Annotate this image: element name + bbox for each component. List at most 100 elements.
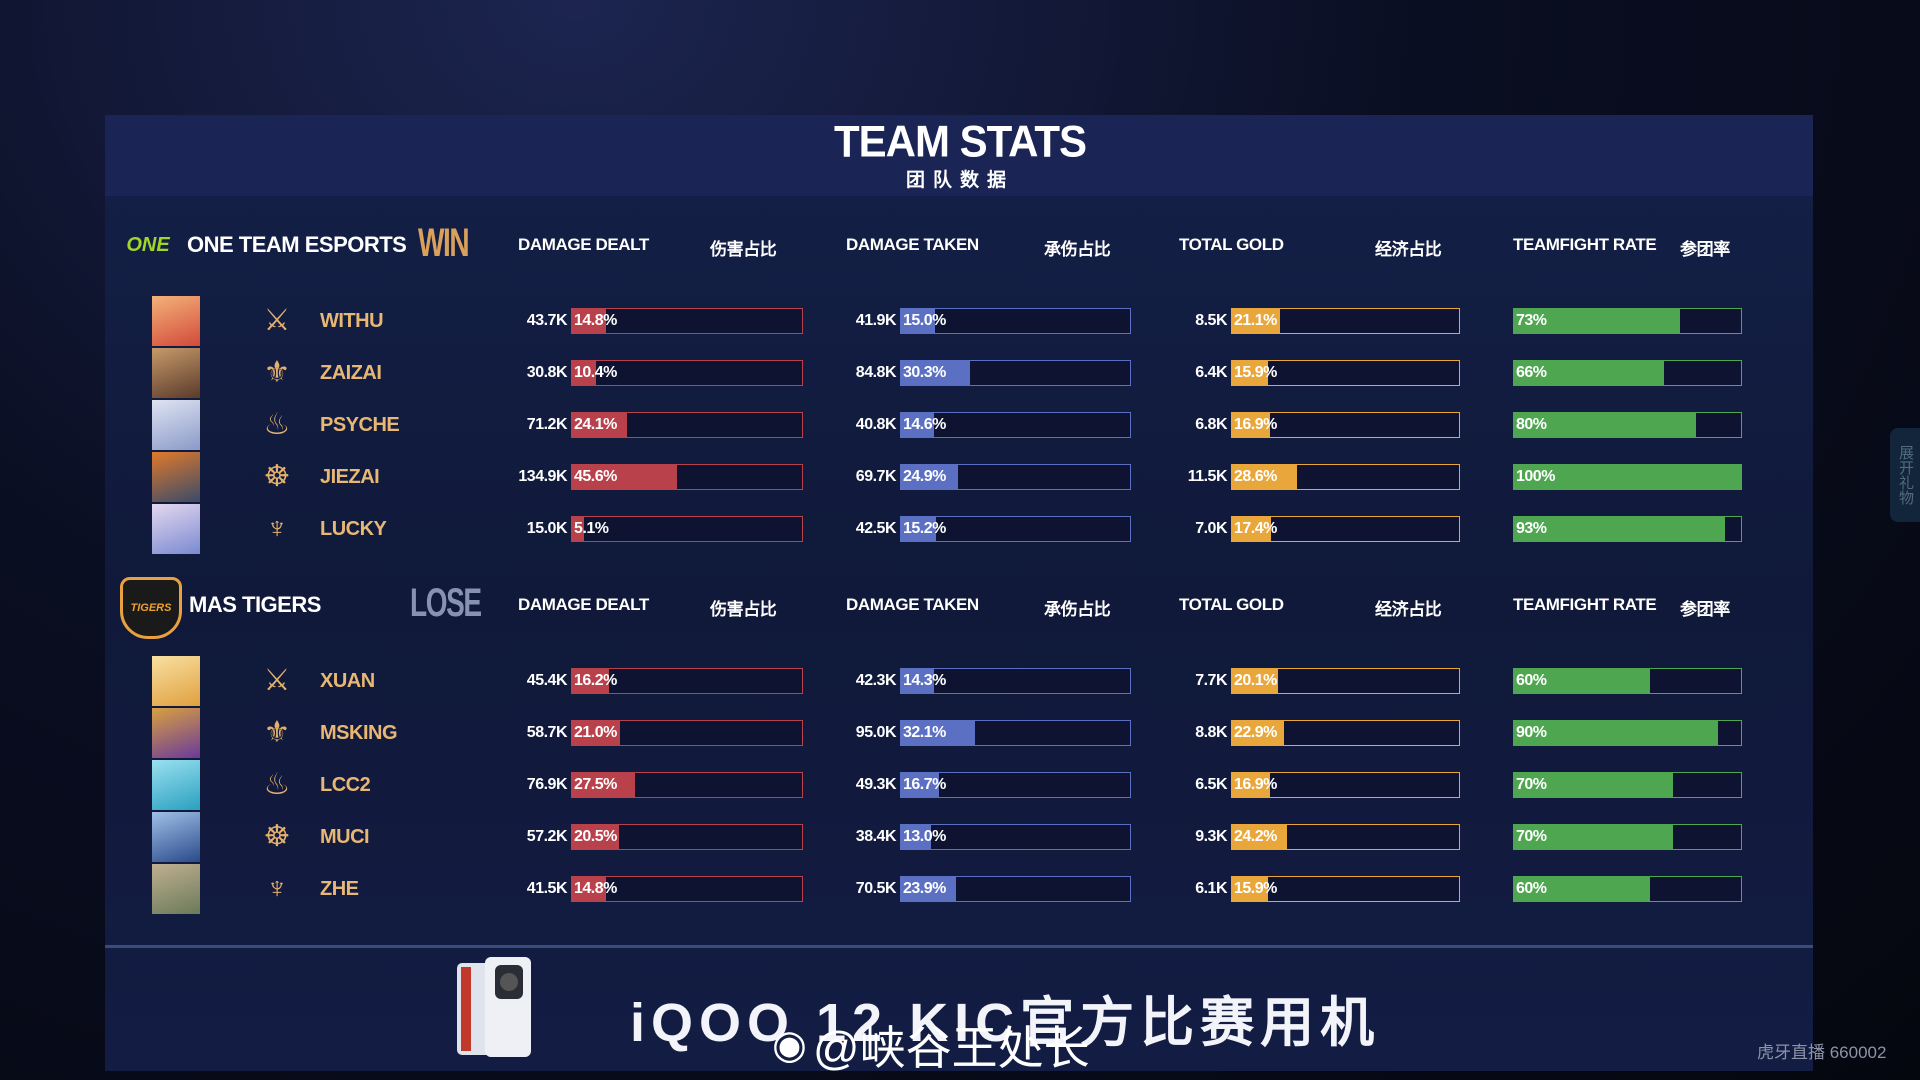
roam-icon: ♆	[265, 512, 289, 545]
win-label: WIN	[418, 221, 470, 265]
damage-share-percent: 5.1%	[574, 520, 609, 537]
teamfight-rate-bar: 93%	[1513, 516, 1742, 542]
column-header-damage-taken: DAMAGE TAKEN	[846, 595, 979, 614]
column-header-total-gold: TOTAL GOLD	[1179, 235, 1284, 254]
player-name: ZAIZAI	[320, 362, 382, 384]
taken-value: 70.5K	[855, 880, 897, 897]
gold-value: 8.5K	[1195, 312, 1227, 329]
roam-icon: ♆	[265, 872, 289, 905]
player-avatar	[152, 760, 200, 810]
column-header-damage-taken: DAMAGE TAKEN	[846, 235, 979, 254]
player-avatar	[152, 864, 200, 914]
damage-share-percent: 27.5%	[574, 776, 617, 793]
gold-share-percent: 15.9%	[1234, 880, 1277, 897]
farm-lane-icon: ☸	[263, 820, 291, 853]
taken-share-percent: 14.3%	[903, 672, 946, 689]
damage-share-percent: 21.0%	[574, 724, 617, 741]
taken-share-percent: 15.0%	[903, 312, 946, 329]
player-avatar	[152, 656, 200, 706]
team-logo: TIGERS	[120, 577, 182, 639]
taken-value: 95.0K	[855, 724, 897, 741]
lose-label: LOSE	[410, 581, 482, 625]
teamfight-rate-bar: 100%	[1513, 464, 1742, 490]
damage-share-percent: 45.6%	[574, 468, 617, 485]
column-header-teamfight-rate: TEAMFIGHT RATE	[1513, 595, 1657, 614]
taken-value: 69.7K	[855, 468, 897, 485]
taken-share-bar: 24.9%	[900, 464, 1131, 490]
damage-share-bar: 45.6%	[571, 464, 803, 490]
damage-value: 134.9K	[518, 468, 567, 485]
team-stats-panel	[105, 115, 1813, 1071]
teamfight-rate-percent: 93%	[1516, 520, 1547, 537]
huya-watermark: 虎牙直播 660002	[1757, 1043, 1887, 1062]
damage-value: 45.4K	[526, 672, 568, 689]
gold-share-percent: 15.9%	[1234, 364, 1277, 381]
damage-value: 15.0K	[526, 520, 568, 537]
taken-share-bar: 15.2%	[900, 516, 1131, 542]
teamfight-rate-percent: 60%	[1516, 672, 1547, 689]
gold-share-bar: 21.1%	[1231, 308, 1460, 334]
gold-share-bar: 15.9%	[1231, 360, 1460, 386]
divider	[105, 945, 1813, 948]
damage-share-percent: 16.2%	[574, 672, 617, 689]
gold-value: 8.8K	[1195, 724, 1227, 741]
taken-value: 40.8K	[855, 416, 897, 433]
teamfight-rate-percent: 73%	[1516, 312, 1547, 329]
damage-share-bar: 5.1%	[571, 516, 803, 542]
column-header-teamfight-cn: 参团率	[1680, 600, 1730, 619]
teamfight-rate-percent: 80%	[1516, 416, 1547, 433]
gold-share-percent: 20.1%	[1234, 672, 1277, 689]
column-header-damage-dealt: DAMAGE DEALT	[518, 595, 649, 614]
farm-lane-icon: ☸	[263, 460, 291, 493]
teamfight-rate-bar: 66%	[1513, 360, 1742, 386]
page-subtitle: 团队数据	[905, 170, 1014, 191]
gold-value: 6.8K	[1195, 416, 1227, 433]
expand-gifts-tab[interactable]: 展开礼物	[1890, 428, 1920, 522]
damage-share-bar: 24.1%	[571, 412, 803, 438]
column-header-gold-share: 经济占比	[1375, 240, 1442, 259]
damage-share-percent: 20.5%	[574, 828, 617, 845]
player-avatar	[152, 452, 200, 502]
damage-value: 43.7K	[526, 312, 568, 329]
column-header-teamfight-rate: TEAMFIGHT RATE	[1513, 235, 1657, 254]
team-name: ONE TEAM ESPORTS	[187, 232, 407, 257]
player-name: ZHE	[320, 878, 359, 900]
gold-value: 7.0K	[1195, 520, 1227, 537]
damage-share-bar: 21.0%	[571, 720, 803, 746]
taken-share-percent: 14.6%	[903, 416, 946, 433]
player-name: PSYCHE	[320, 414, 400, 436]
gold-share-bar: 16.9%	[1231, 412, 1460, 438]
damage-share-bar: 27.5%	[571, 772, 803, 798]
damage-share-bar: 16.2%	[571, 668, 803, 694]
teamfight-rate-bar: 60%	[1513, 668, 1742, 694]
player-avatar	[152, 400, 200, 450]
damage-value: 41.5K	[526, 880, 568, 897]
mid-lane-icon: ♨	[263, 408, 291, 441]
column-header-damage-share: 伤害占比	[710, 240, 777, 259]
teamfight-rate-percent: 66%	[1516, 364, 1547, 381]
teamfight-rate-bar: 90%	[1513, 720, 1742, 746]
player-name: MUCI	[320, 826, 370, 848]
taken-share-percent: 32.1%	[903, 724, 946, 741]
player-avatar	[152, 708, 200, 758]
taken-value: 38.4K	[855, 828, 897, 845]
gold-share-percent: 22.9%	[1234, 724, 1277, 741]
damage-share-bar: 14.8%	[571, 876, 803, 902]
taken-share-percent: 13.0%	[903, 828, 946, 845]
gold-share-percent: 21.1%	[1234, 312, 1277, 329]
weibo-handle: @峡谷王处长	[812, 1022, 1090, 1074]
taken-share-bar: 15.0%	[900, 308, 1131, 334]
column-header-taken-share: 承伤占比	[1044, 240, 1111, 259]
taken-share-bar: 16.7%	[900, 772, 1131, 798]
gold-share-bar: 24.2%	[1231, 824, 1460, 850]
taken-share-bar: 32.1%	[900, 720, 1131, 746]
taken-value: 84.8K	[855, 364, 897, 381]
player-name: MSKING	[320, 722, 398, 744]
mid-lane-icon: ♨	[263, 768, 291, 801]
damage-value: 76.9K	[526, 776, 568, 793]
damage-share-percent: 24.1%	[574, 416, 617, 433]
damage-share-bar: 20.5%	[571, 824, 803, 850]
teamfight-rate-percent: 70%	[1516, 776, 1547, 793]
gold-share-percent: 16.9%	[1234, 776, 1277, 793]
gold-share-percent: 16.9%	[1234, 416, 1277, 433]
